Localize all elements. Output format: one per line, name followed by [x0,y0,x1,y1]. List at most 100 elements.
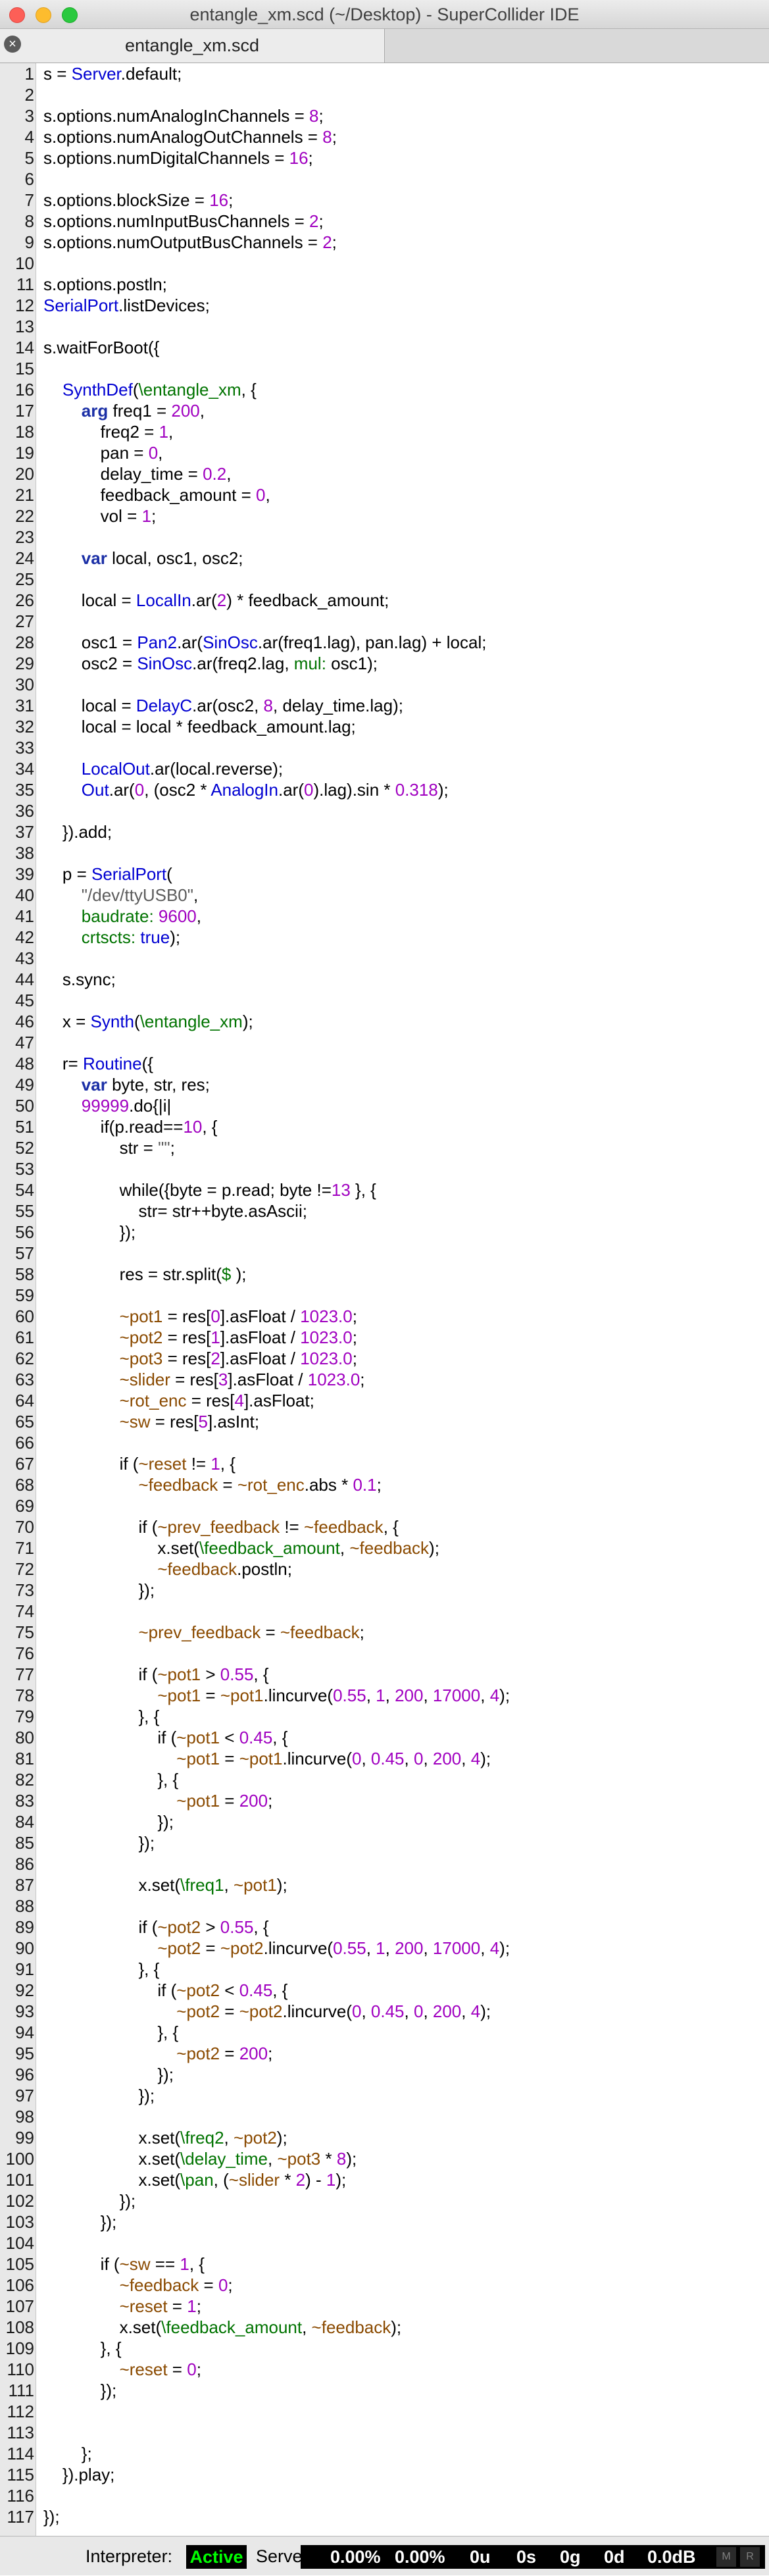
code-line[interactable]: 17 arg freq1 = 200, [0,400,769,421]
code-line[interactable]: 67 if (~reset != 1, { [0,1453,769,1474]
code-line[interactable]: 54 while({byte = p.read; byte !=13 }, { [0,1179,769,1200]
code-line[interactable]: 103 }); [0,2211,769,2232]
code-editor[interactable]: 1s = Server.default; 2 3 s.options.numAnalo… [0,63,769,2536]
code-line[interactable]: 72 ~feedback.postln; [0,1558,769,1580]
code-line[interactable]: 88 [0,1895,769,1917]
code-line[interactable]: 53 [0,1158,769,1179]
code-line[interactable]: 14 s.waitForBoot({ [0,337,769,358]
code-line[interactable]: 47 [0,1032,769,1053]
code-line[interactable]: 49 var byte, str, res; [0,1074,769,1095]
code-line[interactable]: 112 [0,2401,769,2422]
code-line[interactable]: 28 osc1 = Pan2.ar(SinOsc.ar(freq1.lag), … [0,632,769,653]
code-line[interactable]: 7 s.options.blockSize = 16; [0,190,769,211]
code-line[interactable]: 48 r= Routine({ [0,1053,769,1074]
code-line[interactable]: 42 crtscts: true); [0,927,769,948]
code-line[interactable]: 107 ~reset = 1; [0,2296,769,2317]
code-line[interactable]: 99 x.set(\freq2, ~pot2); [0,2127,769,2148]
code-line[interactable]: 82 }, { [0,1769,769,1790]
code-line[interactable]: 65 ~sw = res[5].asInt; [0,1411,769,1432]
code-line[interactable]: 19 pan = 0, [0,442,769,463]
code-line[interactable]: 73 }); [0,1580,769,1601]
code-line[interactable]: 104 [0,2232,769,2254]
code-line[interactable]: 92 if (~pot2 < 0.45, { [0,1980,769,2001]
code-line[interactable]: 80 if (~pot1 < 0.45, { [0,1727,769,1748]
code-line[interactable]: 96 }); [0,2064,769,2085]
code-line[interactable]: 56 }); [0,1222,769,1243]
code-line[interactable]: 38 [0,842,769,863]
code-line[interactable]: 89 if (~pot2 > 0.55, { [0,1917,769,1938]
code-line[interactable]: 22 vol = 1; [0,505,769,527]
code-line[interactable]: 105 if (~sw == 1, { [0,2254,769,2275]
code-line[interactable]: 109 }, { [0,2338,769,2359]
code-line[interactable]: 43 [0,948,769,969]
code-line[interactable]: 61 ~pot2 = res[1].asFloat / 1023.0; [0,1327,769,1348]
code-line[interactable]: 27 [0,611,769,632]
code-line[interactable]: 58 res = str.split($ ); [0,1264,769,1285]
code-line[interactable]: 6 [0,168,769,190]
code-line[interactable]: 85 }); [0,1832,769,1853]
code-line[interactable]: 78 ~pot1 = ~pot1.lincurve(0.55, 1, 200, … [0,1685,769,1706]
code-line[interactable]: 29 osc2 = SinOsc.ar(freq2.lag, mul: osc1… [0,653,769,674]
code-line[interactable]: 39 p = SerialPort( [0,863,769,885]
code-line[interactable]: 10 [0,253,769,274]
code-line[interactable]: 40 "/dev/ttyUSB0", [0,885,769,906]
code-line[interactable]: 9 s.options.numOutputBusChannels = 2; [0,232,769,253]
code-line[interactable]: 63 ~slider = res[3].asFloat / 1023.0; [0,1369,769,1390]
code-line[interactable]: 87 x.set(\freq1, ~pot1); [0,1874,769,1895]
code-line[interactable]: 24 var local, osc1, osc2; [0,548,769,569]
code-line[interactable]: 117}); [0,2506,769,2527]
code-line[interactable]: 55 str= str++byte.asAscii; [0,1200,769,1222]
code-line[interactable]: 71 x.set(\feedback_amount, ~feedback); [0,1537,769,1558]
code-line[interactable]: 74 [0,1601,769,1622]
code-line[interactable]: 64 ~rot_enc = res[4].asFloat; [0,1390,769,1411]
interpreter-status-badge[interactable]: Active [186,2545,247,2569]
server-status-panel[interactable]: 0.00% 0.00% 0u 0s 0g 0d 0.0dB M R [301,2545,765,2569]
code-line[interactable]: 113 [0,2422,769,2443]
volume-value[interactable]: 0.0dB [647,2545,696,2569]
code-line[interactable]: 23 [0,527,769,548]
code-line[interactable]: 20 delay_time = 0.2, [0,463,769,484]
code-line[interactable]: 94 }, { [0,2022,769,2043]
code-line[interactable]: 34 LocalOut.ar(local.reverse); [0,758,769,779]
code-line[interactable]: 25 [0,569,769,590]
code-line[interactable]: 70 if (~prev_feedback != ~feedback, { [0,1516,769,1537]
code-line[interactable]: 111 }); [0,2380,769,2401]
code-line[interactable]: 101 x.set(\pan, (~slider * 2) - 1); [0,2169,769,2190]
code-line[interactable]: 102 }); [0,2190,769,2211]
code-line[interactable]: 45 [0,990,769,1011]
code-line[interactable]: 57 [0,1243,769,1264]
code-line[interactable]: 41 baudrate: 9600, [0,906,769,927]
code-line[interactable]: 16 SynthDef(\entangle_xm, { [0,379,769,400]
code-line[interactable]: 75 ~prev_feedback = ~feedback; [0,1622,769,1643]
code-line[interactable]: 36 [0,800,769,821]
code-line[interactable]: 13 [0,316,769,337]
mute-button[interactable]: M [716,2547,736,2567]
code-line[interactable]: 110 ~reset = 0; [0,2359,769,2380]
code-line[interactable]: 76 [0,1643,769,1664]
code-line[interactable]: 5 s.options.numDigitalChannels = 16; [0,147,769,168]
code-line[interactable]: 86 [0,1853,769,1874]
code-line[interactable]: 52 str = ""; [0,1137,769,1158]
code-line[interactable]: 90 ~pot2 = ~pot2.lincurve(0.55, 1, 200, … [0,1938,769,1959]
code-line[interactable]: 11 s.options.postln; [0,274,769,295]
code-line[interactable]: 79 }, { [0,1706,769,1727]
code-line[interactable]: 18 freq2 = 1, [0,421,769,442]
code-line[interactable]: 31 local = DelayC.ar(osc2, 8, delay_time… [0,695,769,716]
code-line[interactable]: 66 [0,1432,769,1453]
code-line[interactable]: 98 [0,2106,769,2127]
code-line[interactable]: 8 s.options.numInputBusChannels = 2; [0,211,769,232]
code-line[interactable]: 37 }).add; [0,821,769,842]
code-line[interactable]: 68 ~feedback = ~rot_enc.abs * 0.1; [0,1474,769,1495]
code-line[interactable]: 35 Out.ar(0, (osc2 * AnalogIn.ar(0).lag)… [0,779,769,800]
code-line[interactable]: 33 [0,737,769,758]
code-line[interactable]: 81 ~pot1 = ~pot1.lincurve(0, 0.45, 0, 20… [0,1748,769,1769]
code-line[interactable]: 69 [0,1495,769,1516]
code-line[interactable]: 106 ~feedback = 0; [0,2275,769,2296]
code-line[interactable]: 44 s.sync; [0,969,769,990]
code-line[interactable]: 77 if (~pot1 > 0.55, { [0,1664,769,1685]
code-line[interactable]: 84 }); [0,1811,769,1832]
code-line[interactable]: 2 [0,84,769,105]
code-line[interactable]: 46 x = Synth(\entangle_xm); [0,1011,769,1032]
code-line[interactable]: 15 [0,358,769,379]
code-line[interactable]: 83 ~pot1 = 200; [0,1790,769,1811]
